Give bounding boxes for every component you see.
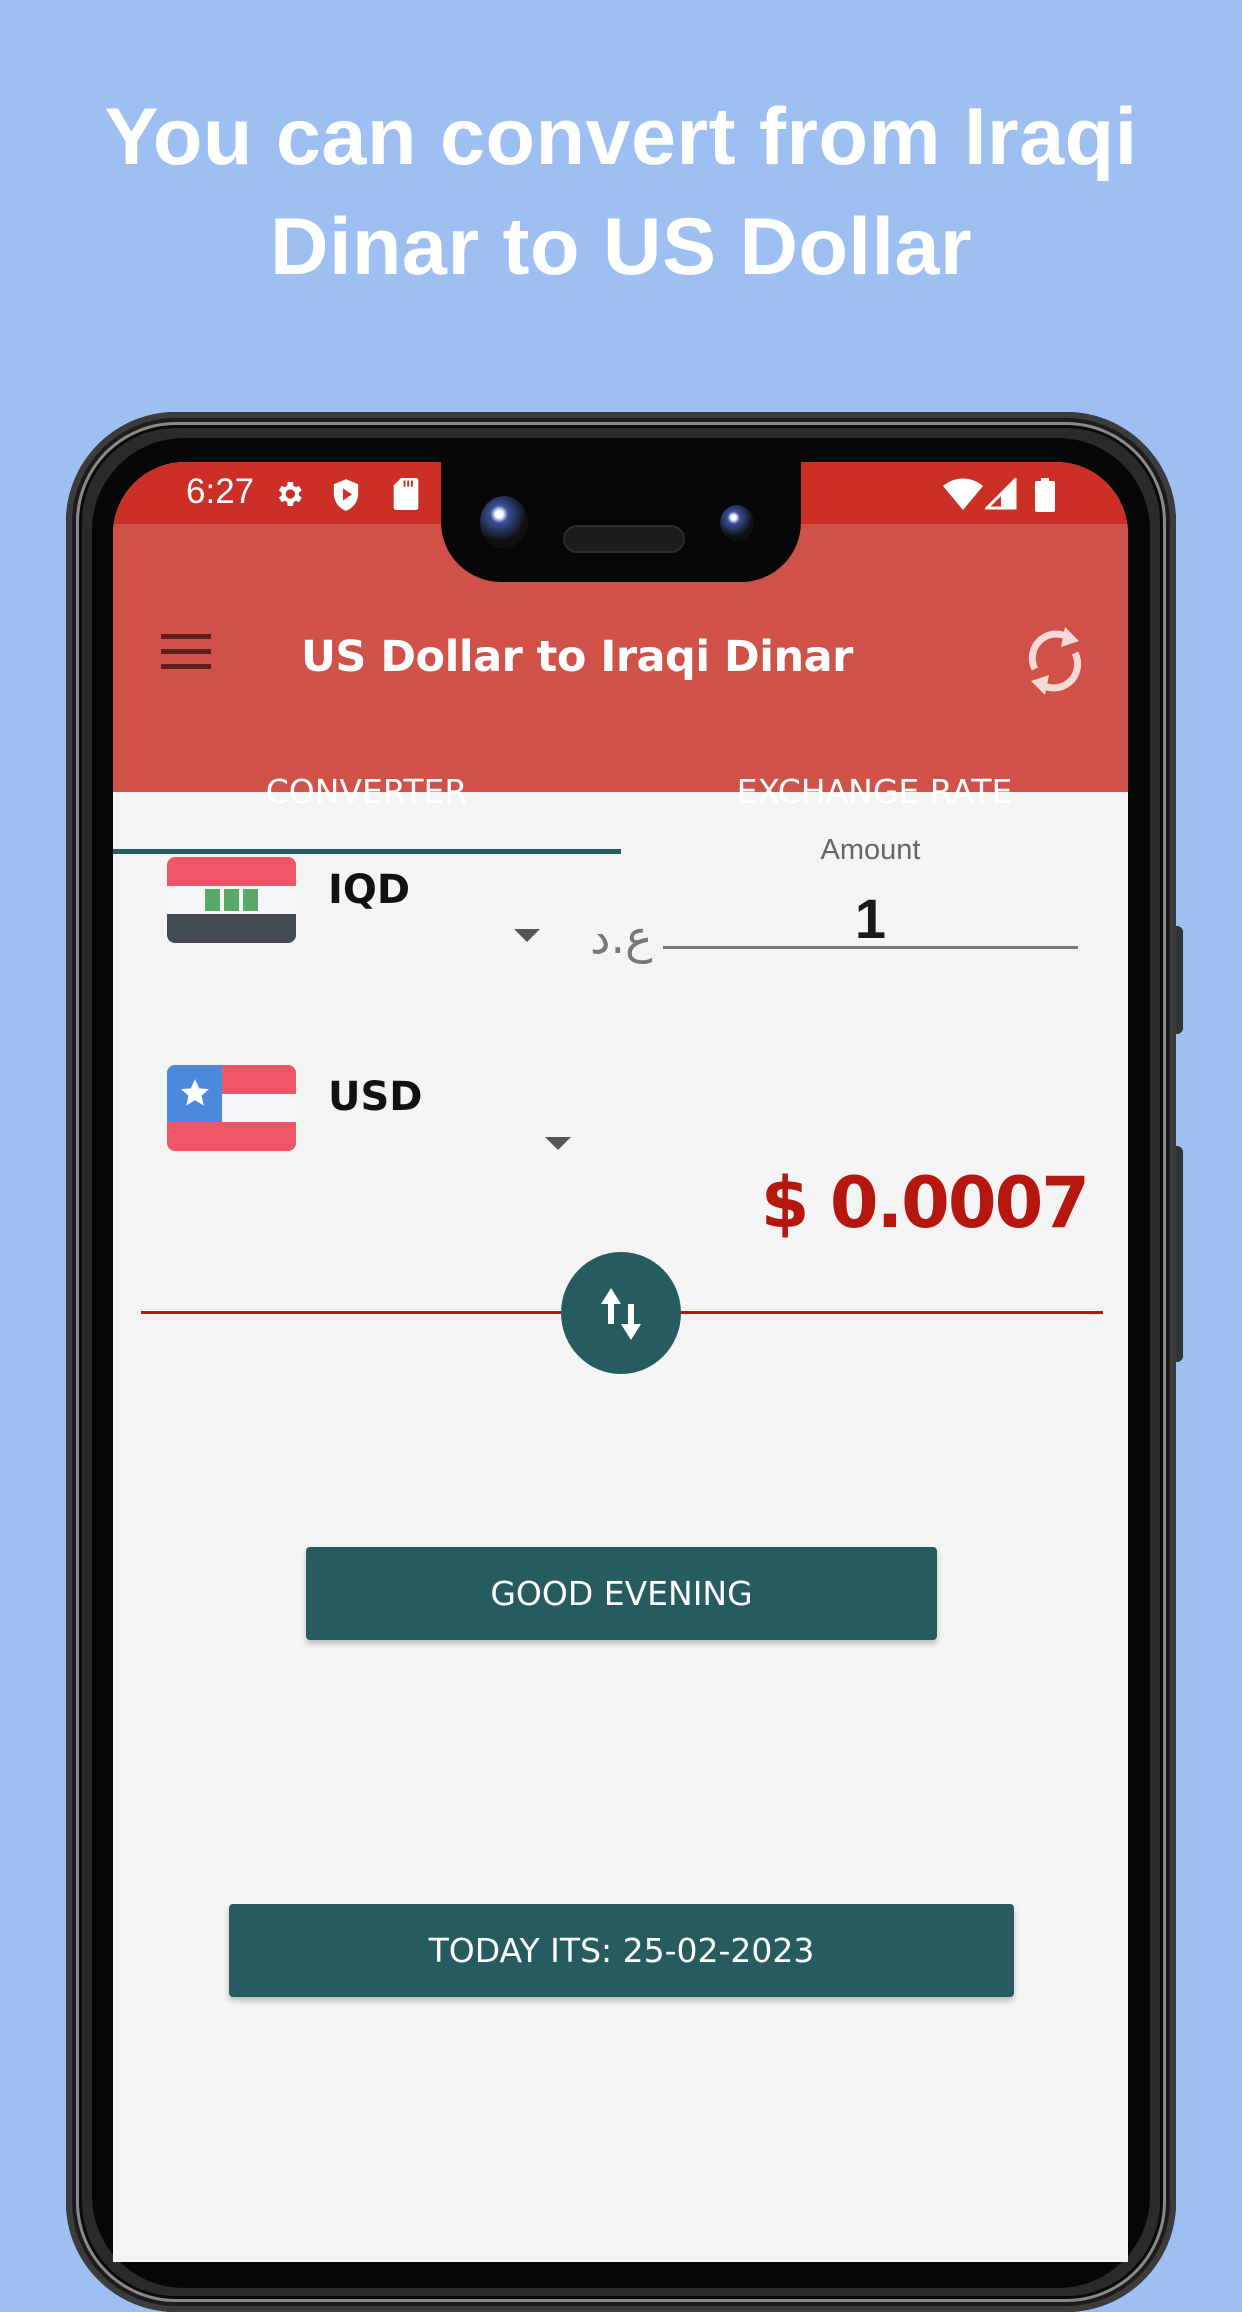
front-sensor [720, 505, 754, 541]
us-flag-icon[interactable] [167, 1065, 296, 1151]
front-camera [480, 496, 528, 548]
conversion-result: $ 0.0007 [760, 1162, 1090, 1244]
promo-headline-line-1: You can convert from Iraqi [104, 92, 1138, 182]
tab-converter[interactable]: CONVERTER [113, 772, 620, 811]
tab-indicator [113, 849, 621, 854]
promo-headline: You can convert from Iraqi Dinar to US D… [0, 82, 1242, 302]
today-date-button[interactable]: TODAY ITS: 25-02-2023 [229, 1904, 1014, 1997]
promo-headline-line-2: Dinar to US Dollar [269, 202, 973, 292]
settings-icon [273, 478, 305, 515]
shield-play-icon [331, 478, 361, 517]
sd-card-icon [393, 478, 419, 515]
swap-currencies-button[interactable] [561, 1252, 681, 1374]
signal-icon [983, 476, 1017, 515]
amount-label: Amount [820, 834, 921, 866]
from-currency-dropdown-icon[interactable] [514, 929, 540, 942]
to-currency-dropdown-icon[interactable] [545, 1137, 571, 1150]
app-title: US Dollar to Iraqi Dinar [301, 632, 853, 682]
hamburger-menu-icon[interactable] [161, 634, 211, 670]
amount-input[interactable] [663, 890, 1078, 949]
phone-power-button [1176, 926, 1183, 1034]
swap-vertical-icon [601, 1288, 641, 1340]
earpiece-speaker [563, 525, 685, 553]
iraq-flag-icon[interactable] [167, 857, 296, 943]
wifi-icon [943, 478, 983, 515]
from-currency-symbol: ع.د [590, 910, 653, 964]
battery-icon [1035, 478, 1055, 517]
from-currency-code[interactable]: IQD [328, 867, 410, 913]
phone-volume-button [1176, 1146, 1183, 1362]
to-currency-code[interactable]: USD [328, 1074, 423, 1120]
greeting-button[interactable]: GOOD EVENING [306, 1547, 937, 1640]
tab-exchange-rate[interactable]: EXCHANGE RATE [621, 772, 1128, 811]
status-time: 6:27 [186, 472, 255, 511]
app-screen: 6:27 US Dollar to Iraqi Dinar CONVERTER … [113, 462, 1128, 2262]
refresh-icon[interactable] [1023, 621, 1087, 701]
